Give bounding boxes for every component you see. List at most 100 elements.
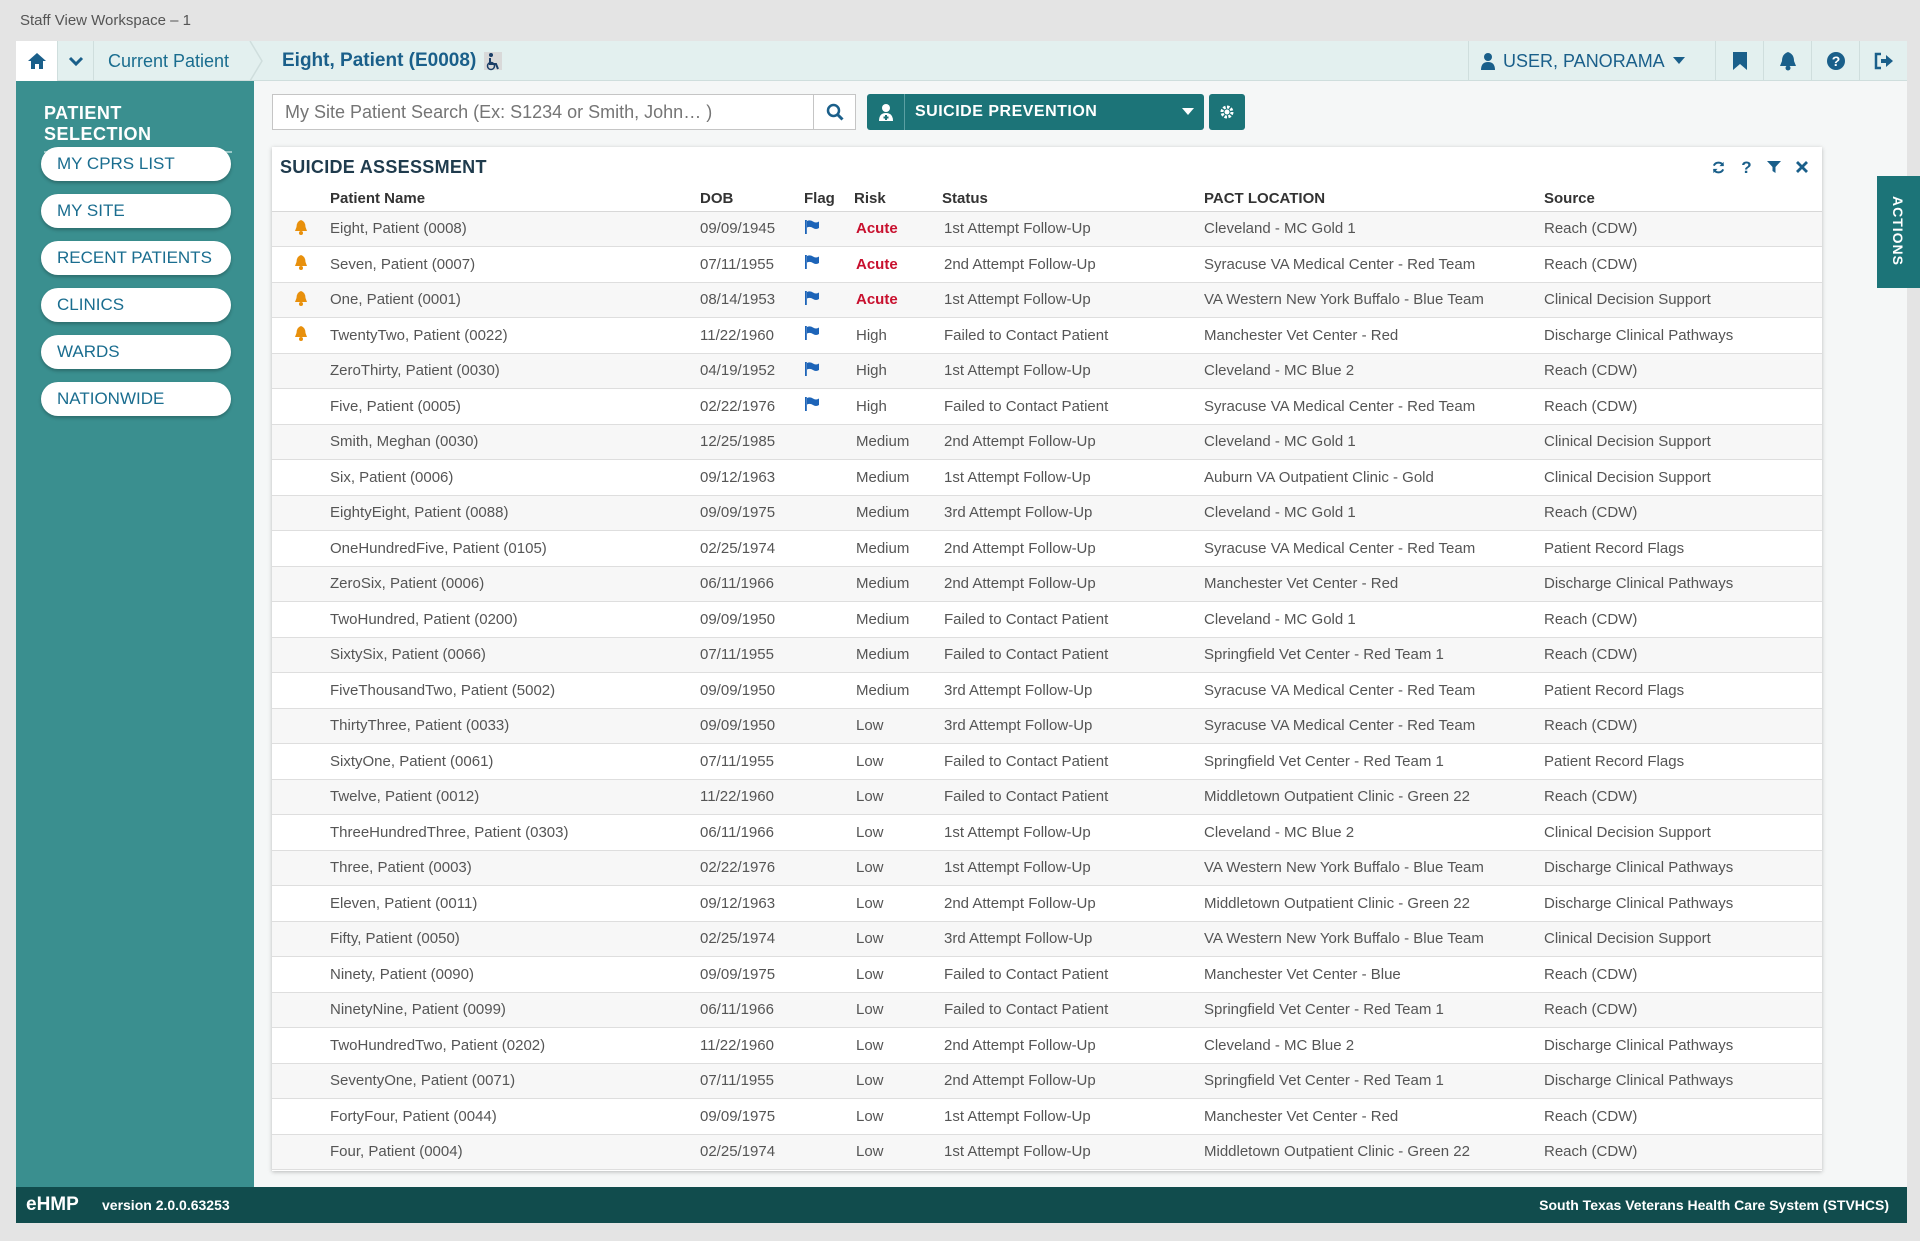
patient-name-cell[interactable]: Twelve, Patient (0012) (330, 779, 700, 815)
table-row[interactable]: Fifty, Patient (0050) 02/25/1974 Low 3rd At… (272, 921, 1822, 957)
table-row[interactable]: FortyFour, Patient (0044) 09/09/1975 Low 1s… (272, 1098, 1822, 1135)
applet-close-button[interactable] (1794, 159, 1810, 175)
table-row[interactable]: TwoHundredTwo, Patient (0202) 11/22/1960 L… (272, 1027, 1822, 1064)
patient-name-cell[interactable]: TwoHundred, Patient (0200) (330, 601, 700, 638)
table-row[interactable]: Twelve, Patient (0012) 11/22/1960 Low Faile… (272, 779, 1822, 815)
applet-title: SUICIDE ASSESSMENT (280, 157, 487, 177)
col-patient-name[interactable]: Patient Name (330, 187, 700, 212)
patient-name-cell[interactable]: Fifty, Patient (0050) (330, 921, 700, 957)
table-row[interactable]: Eight, Patient (0008) 09/09/1945 Acute 1st … (272, 211, 1822, 247)
table-row[interactable]: Four, Patient (0004) 02/25/1974 Low 1st Att… (272, 1134, 1822, 1170)
sidebar-item-clinics[interactable]: CLINICS (41, 288, 231, 322)
table-row[interactable]: EightyEight, Patient (0088) 09/09/1975 Med… (272, 495, 1822, 531)
flag-icon[interactable] (804, 326, 820, 344)
table-row[interactable]: Smith, Meghan (0030) 12/25/1985 Medium 2nd … (272, 424, 1822, 460)
source-cell: Discharge Clinical Pathways (1544, 566, 1822, 602)
patient-name-cell[interactable]: Eight, Patient (0008) (330, 211, 700, 247)
breadcrumb-current-patient[interactable]: Current Patient (108, 41, 229, 81)
patient-search-input[interactable] (272, 94, 814, 130)
flag-cell (804, 530, 854, 567)
patient-name-cell[interactable]: Smith, Meghan (0030) (330, 424, 700, 460)
patient-name-cell[interactable]: EightyEight, Patient (0088) (330, 495, 700, 531)
search-button[interactable] (814, 94, 856, 130)
patient-name-cell[interactable]: FortyFour, Patient (0044) (330, 1098, 700, 1135)
patient-name-cell[interactable]: TwentyTwo, Patient (0022) (330, 317, 700, 354)
table-row[interactable]: ZeroSix, Patient (0006) 06/11/1966 Medium 2… (272, 566, 1822, 602)
workspace-settings-button[interactable] (1209, 94, 1245, 130)
dob-cell: 06/11/1966 (700, 814, 804, 851)
applet-help-button[interactable]: ? (1738, 159, 1754, 175)
col-status[interactable]: Status (942, 187, 1204, 212)
patient-title[interactable]: Eight, Patient (E0008) (282, 41, 504, 81)
patient-name-cell[interactable]: SixtyOne, Patient (0061) (330, 743, 700, 780)
patient-name-cell[interactable]: Four, Patient (0004) (330, 1134, 700, 1170)
flag-icon[interactable] (804, 255, 820, 273)
table-row[interactable]: OneHundredFive, Patient (0105) 02/25/1974… (272, 530, 1822, 567)
patient-name-cell[interactable]: ThirtyThree, Patient (0033) (330, 708, 700, 744)
patient-name-cell[interactable]: SeventyOne, Patient (0071) (330, 1063, 700, 1099)
flag-icon[interactable] (804, 290, 820, 309)
table-row[interactable]: TwentyTwo, Patient (0022) 11/22/1960 High F… (272, 317, 1822, 354)
patient-name-cell[interactable]: Eleven, Patient (0011) (330, 885, 700, 922)
sidebar-item-my-cprs-list[interactable]: MY CPRS LIST (41, 147, 231, 181)
sign-out-button[interactable] (1859, 41, 1907, 81)
patient-name-cell[interactable]: ZeroSix, Patient (0006) (330, 566, 700, 602)
col-source[interactable]: Source (1544, 187, 1822, 212)
flag-cell (804, 992, 854, 1028)
table-row[interactable]: Eleven, Patient (0011) 09/12/1963 Low 2nd A… (272, 885, 1822, 922)
patient-name-cell[interactable]: NinetyNine, Patient (0099) (330, 992, 700, 1028)
patient-name-cell[interactable]: Ninety, Patient (0090) (330, 956, 700, 993)
patient-name-cell[interactable]: Three, Patient (0003) (330, 850, 700, 886)
table-row[interactable]: ThreeHundredThree, Patient (0303) 06/11/1… (272, 814, 1822, 851)
table-row[interactable]: Six, Patient (0006) 09/12/1963 Medium 1st A… (272, 459, 1822, 496)
flag-icon[interactable] (804, 361, 820, 380)
flag-cell (804, 956, 854, 993)
flag-icon[interactable] (804, 219, 820, 238)
col-pact-location[interactable]: PACT LOCATION (1204, 187, 1544, 212)
table-row[interactable]: NinetyNine, Patient (0099) 06/11/1966 Low F… (272, 992, 1822, 1028)
user-menu[interactable]: USER, PANORAMA (1468, 41, 1685, 81)
workspace-select[interactable]: SUICIDE PREVENTION (867, 94, 1204, 130)
table-row[interactable]: TwoHundred, Patient (0200) 09/09/1950 Medi… (272, 601, 1822, 638)
notifications-button[interactable] (1763, 41, 1811, 81)
table-row[interactable]: SixtyOne, Patient (0061) 07/11/1955 Low Fai… (272, 743, 1822, 780)
table-row[interactable]: Five, Patient (0005) 02/22/1976 High Failed… (272, 388, 1822, 425)
patient-name-cell[interactable]: Six, Patient (0006) (330, 459, 700, 496)
patient-name-cell[interactable]: ZeroThirty, Patient (0030) (330, 353, 700, 389)
table-row[interactable]: Ninety, Patient (0090) 09/09/1975 Low Faile… (272, 956, 1822, 993)
table-row[interactable]: SeventyOne, Patient (0071) 07/11/1955 Low 2… (272, 1063, 1822, 1099)
table-row[interactable]: Three, Patient (0003) 02/22/1976 Low 1st At… (272, 850, 1822, 886)
home-button[interactable] (16, 41, 58, 81)
applet-filter-button[interactable] (1766, 159, 1782, 175)
table-row[interactable]: ThirtyThree, Patient (0033) 09/09/1950 Low… (272, 708, 1822, 744)
table-row[interactable]: SixtySix, Patient (0066) 07/11/1955 Medium… (272, 637, 1822, 673)
breadcrumb-separator (249, 41, 263, 81)
actions-tab[interactable]: ACTIONS (1877, 176, 1920, 288)
patient-name-cell[interactable]: Seven, Patient (0007) (330, 246, 700, 283)
patient-name-cell[interactable]: TwoHundredTwo, Patient (0202) (330, 1027, 700, 1064)
bookmark-button[interactable] (1715, 41, 1763, 81)
col-dob[interactable]: DOB (700, 187, 804, 212)
patient-name-cell[interactable]: OneHundredFive, Patient (0105) (330, 530, 700, 567)
sidebar-item-nationwide[interactable]: NATIONWIDE (41, 382, 231, 416)
patient-name-cell[interactable]: ThreeHundredThree, Patient (0303) (330, 814, 700, 851)
refresh-button[interactable] (1710, 159, 1726, 175)
patient-name-cell[interactable]: SixtySix, Patient (0066) (330, 637, 700, 673)
table-row[interactable]: FiveThousandTwo, Patient (5002) 09/09/195… (272, 672, 1822, 709)
sidebar-item-wards[interactable]: WARDS (41, 335, 231, 369)
table-row[interactable]: Seven, Patient (0007) 07/11/1955 Acute 2nd … (272, 246, 1822, 283)
risk-cell: Low (854, 992, 942, 1028)
patient-name-cell[interactable]: FiveThousandTwo, Patient (5002) (330, 672, 700, 709)
help-button[interactable]: ? (1811, 41, 1859, 81)
alert-cell (272, 885, 330, 922)
col-risk[interactable]: Risk (854, 187, 942, 212)
col-flag[interactable]: Flag (804, 187, 854, 212)
table-row[interactable]: ZeroThirty, Patient (0030) 04/19/1952 High… (272, 353, 1822, 389)
table-row[interactable]: One, Patient (0001) 08/14/1953 Acute 1st At… (272, 282, 1822, 318)
workspace-menu-button[interactable] (58, 41, 94, 81)
sidebar-item-recent-patients[interactable]: RECENT PATIENTS (41, 241, 231, 275)
flag-icon[interactable] (804, 397, 820, 415)
sidebar-item-my-site[interactable]: MY SITE (41, 194, 231, 228)
patient-name-cell[interactable]: One, Patient (0001) (330, 282, 700, 318)
patient-name-cell[interactable]: Five, Patient (0005) (330, 388, 700, 425)
